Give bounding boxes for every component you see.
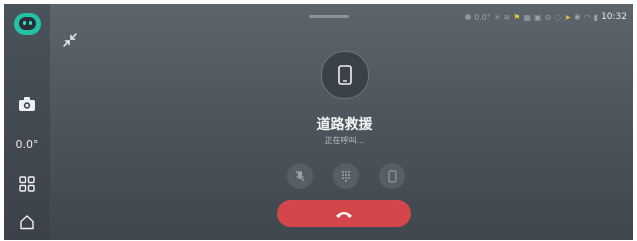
weather-icon <box>465 14 472 20</box>
app-grid-icon[interactable] <box>4 176 50 192</box>
seat-heat-icon: ≋ <box>503 12 511 22</box>
car-icon: ⊖ <box>544 12 552 22</box>
tire-icon: ◌ <box>554 12 562 22</box>
car-infotainment-screen: 0.0° 0.0° ✳ ≋ ⚑ ▦ ▣ ⊖ ◌ ➤ ✱ ◠ ▮ 10:32 道路… <box>0 0 637 241</box>
handset-switch-button[interactable] <box>379 163 405 189</box>
keypad-icon <box>342 171 350 182</box>
signal-icon: ▮ <box>593 12 599 22</box>
mic-off-icon <box>295 170 305 182</box>
minimize-icon[interactable] <box>62 32 78 52</box>
clock: 10:32 <box>601 12 627 22</box>
wifi-icon: ◠ <box>583 12 591 22</box>
mute-button[interactable] <box>287 163 313 189</box>
hang-up-button[interactable] <box>277 200 411 227</box>
home-icon[interactable] <box>4 214 50 230</box>
keypad-button[interactable] <box>333 163 359 189</box>
warning-icon: ⚑ <box>513 12 521 22</box>
call-status-text: 正在呼叫... <box>324 136 365 145</box>
call-screen: 0.0° ✳ ≋ ⚑ ▦ ▣ ⊖ ◌ ➤ ✱ ◠ ▮ 10:32 道路救援 正在… <box>50 4 633 240</box>
fan-icon: ✳ <box>493 12 501 22</box>
assistant-robot-icon[interactable] <box>14 13 41 35</box>
drag-handle[interactable] <box>309 15 349 18</box>
location-icon: ➤ <box>564 12 571 22</box>
hang-up-icon <box>336 211 352 218</box>
phone-icon <box>388 170 396 182</box>
caller-name: 道路救援 <box>316 117 373 133</box>
bluetooth-icon: ✱ <box>573 12 581 22</box>
status-temperature: 0.0° <box>474 12 491 22</box>
status-bar: 0.0° ✳ ≋ ⚑ ▦ ▣ ⊖ ◌ ➤ ✱ ◠ ▮ 10:32 <box>465 10 627 24</box>
caller-avatar <box>321 51 369 99</box>
recirculation-icon: ▣ <box>534 12 542 22</box>
camera-icon[interactable] <box>4 96 50 112</box>
defrost-icon: ▦ <box>523 12 532 22</box>
left-sidebar: 0.0° <box>4 4 50 240</box>
sidebar-temperature[interactable]: 0.0° <box>4 138 50 151</box>
phone-icon <box>338 65 352 85</box>
